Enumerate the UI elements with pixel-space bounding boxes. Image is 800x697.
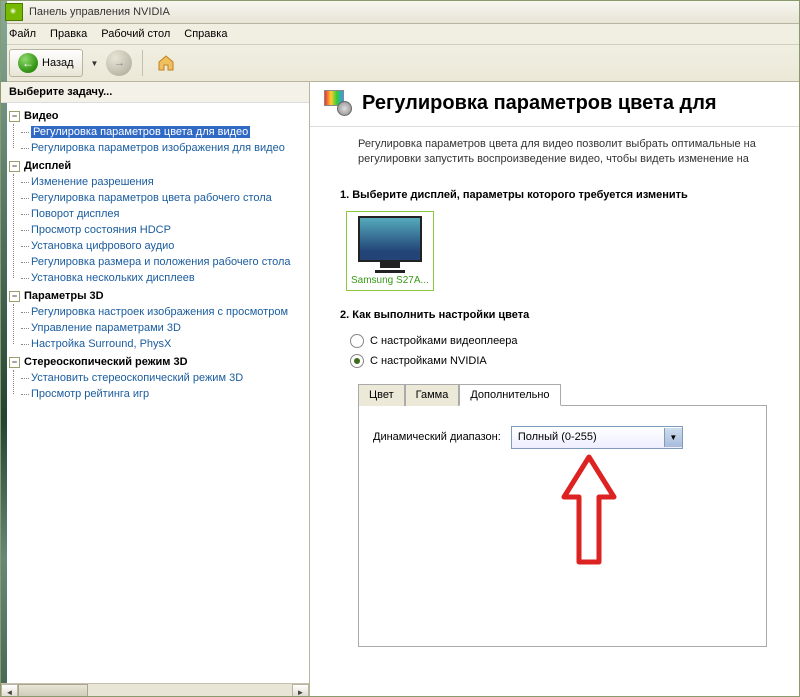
- dynamic-range-combo[interactable]: Полный (0-255) ▼: [511, 426, 683, 449]
- scroll-thumb[interactable]: [18, 684, 88, 697]
- sidebar: Выберите задачу... −Видео Регулировка па…: [1, 82, 310, 697]
- tree-item[interactable]: Изменение разрешения: [17, 174, 309, 190]
- nvidia-icon: [5, 3, 23, 21]
- collapse-icon[interactable]: −: [9, 357, 20, 368]
- tree: −Видео Регулировка параметров цвета для …: [1, 103, 309, 683]
- collapse-icon[interactable]: −: [9, 291, 20, 302]
- dynamic-range-label: Динамический диапазон:: [373, 431, 501, 443]
- tree-item[interactable]: Регулировка параметров цвета для видео: [17, 124, 309, 140]
- tree-item[interactable]: Управление параметрами 3D: [17, 320, 309, 336]
- tree-item[interactable]: Регулировка настроек изображения с просм…: [17, 304, 309, 320]
- tree-item[interactable]: Установить стереоскопический режим 3D: [17, 370, 309, 386]
- display-name: Samsung S27A...: [351, 275, 429, 286]
- home-icon: [156, 53, 176, 73]
- description: Регулировка параметров цвета для видео п…: [310, 127, 799, 185]
- toolbar: ← Назад ▼ →: [1, 45, 799, 82]
- tree-item[interactable]: Установка нескольких дисплеев: [17, 270, 309, 286]
- chevron-down-icon: ▼: [664, 428, 682, 447]
- tree-item[interactable]: Настройка Surround, PhysX: [17, 336, 309, 352]
- tree-item[interactable]: Просмотр состояния HDCP: [17, 222, 309, 238]
- collapse-icon[interactable]: −: [9, 111, 20, 122]
- tree-group-stereo3d[interactable]: −Стереоскопический режим 3D: [9, 354, 309, 370]
- radio-video-player[interactable]: С настройками видеоплеера: [340, 331, 785, 351]
- tab-panel: Динамический диапазон: Полный (0-255) ▼: [358, 405, 767, 647]
- tree-group-video[interactable]: −Видео: [9, 108, 309, 124]
- tree-group-3d[interactable]: −Параметры 3D: [9, 288, 309, 304]
- tree-item[interactable]: Просмотр рейтинга игр: [17, 386, 309, 402]
- radio-nvidia[interactable]: С настройками NVIDIA: [340, 351, 785, 371]
- display-thumbnail[interactable]: Samsung S27A...: [346, 211, 434, 291]
- separator: [142, 50, 143, 76]
- main-panel: Регулировка параметров цвета для Регулир…: [310, 82, 799, 697]
- menubar: Файл Правка Рабочий стол Справка: [1, 24, 799, 45]
- home-button[interactable]: [153, 50, 179, 76]
- annotation-arrow: [554, 452, 624, 575]
- tab-advanced[interactable]: Дополнительно: [459, 384, 560, 406]
- section2-title: 2. Как выполнить настройки цвета: [340, 309, 785, 321]
- tab-color[interactable]: Цвет: [358, 384, 405, 406]
- back-button[interactable]: ← Назад: [9, 49, 83, 77]
- radio-icon: [350, 334, 364, 348]
- window-title: Панель управления NVIDIA: [29, 6, 170, 18]
- forward-button[interactable]: →: [106, 50, 132, 76]
- page-title: Регулировка параметров цвета для: [362, 92, 717, 115]
- scrollbar-horizontal[interactable]: ◄ ►: [1, 683, 309, 697]
- collapse-icon[interactable]: −: [9, 161, 20, 172]
- radio-icon: [350, 354, 364, 368]
- arrow-left-icon: ←: [18, 53, 38, 73]
- tree-item[interactable]: Регулировка параметров изображения для в…: [17, 140, 309, 156]
- back-dropdown-icon[interactable]: ▼: [91, 59, 99, 68]
- scroll-right-icon[interactable]: ►: [292, 684, 309, 697]
- scroll-left-icon[interactable]: ◄: [1, 684, 18, 697]
- menu-edit[interactable]: Правка: [50, 28, 87, 40]
- monitor-icon: [358, 216, 422, 262]
- section1-title: 1. Выберите дисплей, параметры которого …: [340, 189, 785, 201]
- menu-desktop[interactable]: Рабочий стол: [101, 28, 170, 40]
- menu-file[interactable]: Файл: [9, 28, 36, 40]
- titlebar: Панель управления NVIDIA: [1, 1, 799, 24]
- tab-gamma[interactable]: Гамма: [405, 384, 460, 406]
- menu-help[interactable]: Справка: [184, 28, 227, 40]
- tree-item[interactable]: Поворот дисплея: [17, 206, 309, 222]
- sidebar-header: Выберите задачу...: [1, 82, 309, 103]
- color-settings-icon: [324, 90, 352, 116]
- tree-item[interactable]: Регулировка параметров цвета рабочего ст…: [17, 190, 309, 206]
- tree-item[interactable]: Регулировка размера и положения рабочего…: [17, 254, 309, 270]
- tree-item[interactable]: Установка цифрового аудио: [17, 238, 309, 254]
- tree-group-display[interactable]: −Дисплей: [9, 158, 309, 174]
